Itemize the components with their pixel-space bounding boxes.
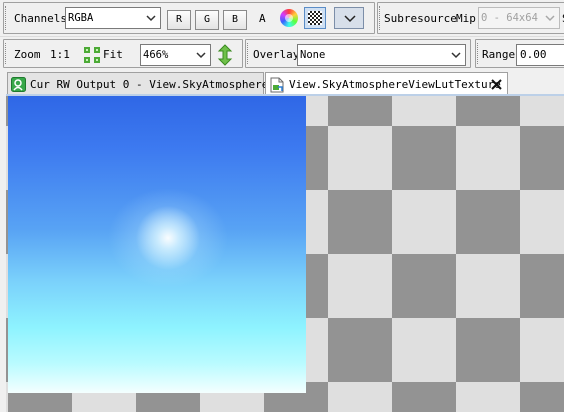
channels-value: RGBA — [68, 12, 94, 24]
view-toolbar: Zoom 1:1 Fit 466% Overlay None Range 0.0… — [0, 36, 564, 70]
fit-icon[interactable] — [83, 46, 101, 64]
zoom-1to1-button[interactable]: 1:1 — [50, 48, 70, 62]
range-min-input[interactable]: 0.00 — [516, 44, 564, 66]
overlay-group: Overlay None — [245, 39, 471, 68]
checkerboard-icon — [308, 11, 322, 25]
channels-group: Channels RGBA R G B A — [3, 2, 375, 34]
flip-options-button[interactable] — [334, 7, 364, 29]
sky-atmosphere-lut-texture — [8, 96, 306, 393]
mip-dropdown[interactable]: 0 - 64x64 — [478, 7, 560, 29]
channel-blue-button[interactable]: B — [223, 10, 247, 30]
tab-view-sky-atmosphere-lut[interactable]: View.SkyAtmosphereViewLutTexture — [265, 72, 508, 96]
subresource-label: Subresource — [384, 12, 457, 25]
vertical-flip-icon[interactable] — [216, 44, 234, 66]
zoom-value: 466% — [143, 49, 169, 61]
texture-output-icon — [11, 77, 26, 92]
texture-viewport[interactable] — [6, 96, 564, 412]
chevron-down-icon — [196, 52, 206, 59]
channels-label: Channels — [14, 12, 67, 25]
channel-toolbar: Channels RGBA R G B A Subresource Mip 0 … — [0, 0, 564, 36]
range-group: Range 0.00 — [475, 39, 564, 68]
chevron-down-icon — [146, 15, 156, 22]
channels-dropdown[interactable]: RGBA — [65, 7, 161, 29]
tab-label: Cur RW Output 0 - View.SkyAtmosphere… — [30, 78, 276, 91]
chevron-down-icon — [451, 52, 461, 59]
close-icon[interactable] — [491, 79, 502, 90]
zoom-group: Zoom 1:1 Fit 466% — [3, 39, 243, 68]
mip-label: Mip — [456, 12, 476, 25]
channel-green-button[interactable]: G — [195, 10, 219, 30]
chevron-down-icon — [344, 15, 356, 23]
channel-red-button[interactable]: R — [167, 10, 191, 30]
channel-alpha-label: A — [259, 12, 266, 25]
mip-value: 0 - 64x64 — [481, 12, 538, 24]
tab-current-output[interactable]: Cur RW Output 0 - View.SkyAtmosphere… — [7, 72, 275, 95]
texture-document-icon — [270, 77, 284, 93]
tab-label: View.SkyAtmosphereViewLutTexture — [289, 78, 501, 91]
zoom-label: Zoom — [14, 48, 41, 61]
overlay-dropdown[interactable]: None — [297, 44, 466, 66]
fit-label[interactable]: Fit — [103, 48, 123, 62]
subresource-group: Subresource Mip 0 - 64x64 S — [377, 2, 564, 34]
zoom-dropdown[interactable]: 466% — [140, 44, 211, 66]
overlay-value: None — [300, 49, 326, 61]
checkerboard-toggle-button[interactable] — [304, 7, 326, 29]
overlay-label: Overlay — [253, 48, 300, 61]
range-label: Range — [482, 48, 516, 61]
color-wheel-icon[interactable] — [280, 9, 298, 27]
chevron-down-icon — [545, 15, 555, 22]
